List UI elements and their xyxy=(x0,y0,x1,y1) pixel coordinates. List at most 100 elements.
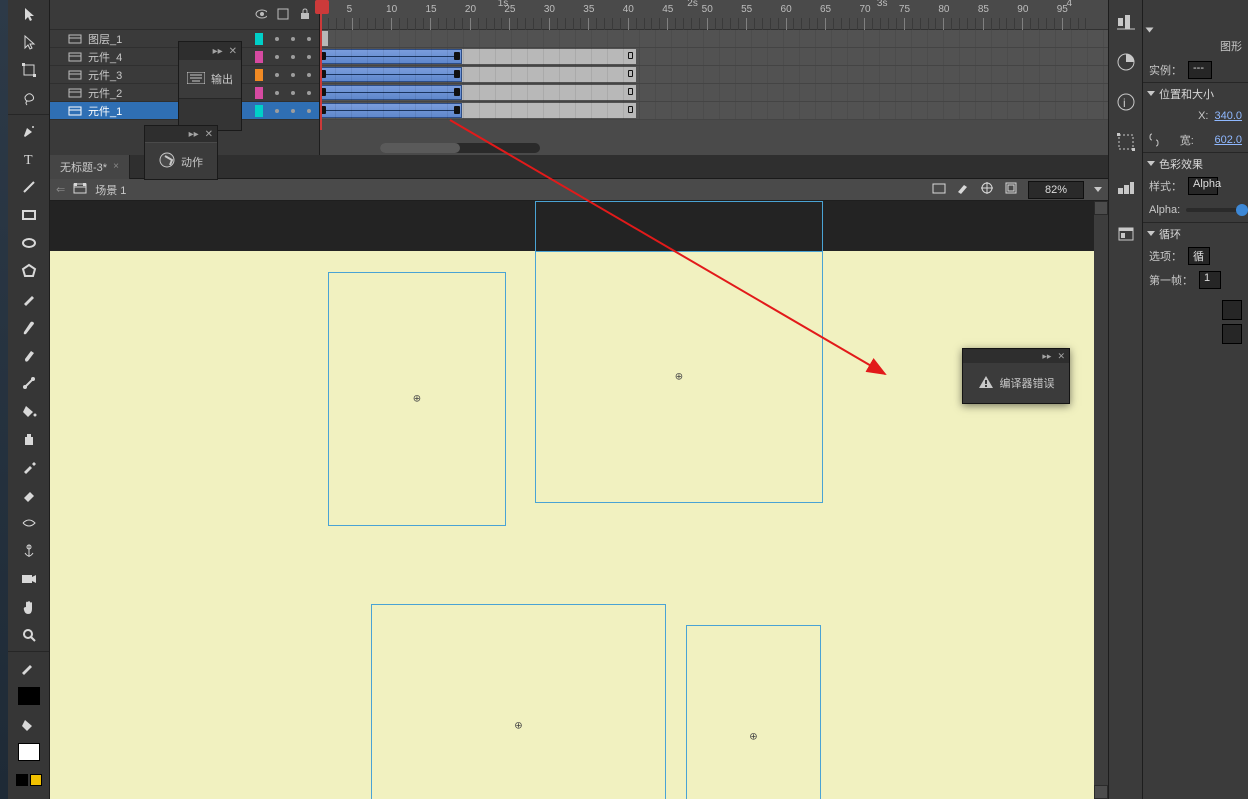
lock-column-icon[interactable] xyxy=(299,7,311,21)
pencil-tool[interactable] xyxy=(8,285,50,313)
section-color-effect[interactable]: 色彩效果 xyxy=(1143,152,1248,174)
track-row[interactable] xyxy=(320,84,1108,102)
layer-toggle-dots[interactable] xyxy=(275,73,311,77)
fill-color-indicator[interactable] xyxy=(8,710,50,738)
ink-bottle-tool[interactable] xyxy=(8,425,50,453)
motion-tween-span[interactable] xyxy=(320,49,462,64)
loop-button-2[interactable] xyxy=(1222,324,1242,344)
motion-tween-span[interactable] xyxy=(320,85,462,100)
eyedropper-tool[interactable] xyxy=(8,453,50,481)
layer-toggle-dots[interactable] xyxy=(275,91,311,95)
instance-value[interactable]: --- xyxy=(1188,61,1212,79)
timeline-ruler[interactable]: 15101520253035404550556065707580859095 1… xyxy=(320,0,1108,30)
keyframe[interactable] xyxy=(454,52,460,60)
keyframe[interactable] xyxy=(454,106,460,114)
layer-color-swatch[interactable] xyxy=(255,51,263,63)
layer-color-swatch[interactable] xyxy=(255,105,263,117)
lasso-tool[interactable] xyxy=(8,84,50,112)
errors-panel-header[interactable]: ▸▸ ✕ xyxy=(963,349,1069,363)
width-tool[interactable] xyxy=(8,509,50,537)
empty-keyframe[interactable] xyxy=(628,52,633,59)
zoom-dropdown-icon[interactable] xyxy=(1094,187,1102,192)
swap-colors[interactable] xyxy=(8,766,50,794)
brush-tool[interactable] xyxy=(8,313,50,341)
layer-toggle-dots[interactable] xyxy=(275,109,311,113)
close-icon[interactable]: × xyxy=(113,161,119,172)
layer-color-swatch[interactable] xyxy=(255,87,263,99)
outline-column-icon[interactable] xyxy=(277,7,289,21)
scroll-down-button[interactable] xyxy=(1094,785,1108,799)
symbol-instance[interactable]: ⊕ xyxy=(328,272,506,526)
style-value[interactable]: Alpha xyxy=(1188,177,1218,195)
rectangle-tool[interactable] xyxy=(8,201,50,229)
track-row[interactable] xyxy=(320,102,1108,120)
alpha-slider[interactable] xyxy=(1186,208,1242,212)
actions-panel-header[interactable]: ▸▸ ✕ xyxy=(145,126,217,142)
loop-option-value[interactable]: 循 xyxy=(1188,247,1210,265)
swatches-panel-icon[interactable] xyxy=(1108,170,1143,206)
clip-stage-icon[interactable] xyxy=(1004,181,1018,198)
free-transform-tool[interactable] xyxy=(8,56,50,84)
scroll-up-button[interactable] xyxy=(1094,201,1108,215)
stroke-color-indicator[interactable] xyxy=(8,654,50,682)
loop-button-1[interactable] xyxy=(1222,300,1242,320)
zoom-tool[interactable] xyxy=(8,621,50,649)
motion-tween-span[interactable] xyxy=(320,67,462,82)
frame-span[interactable] xyxy=(462,85,636,100)
frame-span[interactable] xyxy=(462,49,636,64)
motion-tween-span[interactable] xyxy=(320,103,462,118)
anchor-tool[interactable] xyxy=(8,537,50,565)
paint-bucket-tool[interactable] xyxy=(8,397,50,425)
layer-toggle-dots[interactable] xyxy=(275,55,311,59)
collapse-icon[interactable]: ▸▸ xyxy=(1042,351,1051,362)
collapse-icon[interactable]: ▸▸ xyxy=(213,46,223,57)
output-panel-header[interactable]: ▸▸✕ xyxy=(179,42,241,60)
track-row[interactable] xyxy=(320,48,1108,66)
oval-tool[interactable] xyxy=(8,229,50,257)
section-loop[interactable]: 循环 xyxy=(1143,222,1248,244)
frame-span[interactable] xyxy=(462,103,636,118)
keyframe[interactable] xyxy=(454,70,460,78)
polystar-tool[interactable] xyxy=(8,257,50,285)
close-icon[interactable]: ✕ xyxy=(1057,351,1065,362)
library-panel-icon[interactable] xyxy=(1108,216,1143,252)
section-position-size[interactable]: 位置和大小 xyxy=(1143,82,1248,104)
back-button[interactable]: ⇐ xyxy=(56,183,65,196)
center-stage-icon[interactable] xyxy=(980,181,994,198)
document-tab[interactable]: 无标题-3* × xyxy=(50,155,130,179)
panel-menu-icon[interactable] xyxy=(1146,28,1154,33)
fill-swatch[interactable] xyxy=(8,738,50,766)
first-frame-value[interactable]: 1 xyxy=(1199,271,1221,289)
selection-tool[interactable] xyxy=(8,0,50,28)
hand-tool[interactable] xyxy=(8,593,50,621)
x-value[interactable]: 340.0 xyxy=(1214,110,1242,122)
scene-label[interactable]: 场景 1 xyxy=(95,182,126,198)
close-icon[interactable]: ✕ xyxy=(205,129,213,140)
transform-panel-icon[interactable] xyxy=(1108,124,1143,160)
stroke-swatch[interactable] xyxy=(8,682,50,710)
info-panel-icon[interactable]: i xyxy=(1108,84,1143,120)
timeline-scrollbar[interactable] xyxy=(380,143,540,153)
align-panel-icon[interactable] xyxy=(1108,4,1143,40)
playhead[interactable] xyxy=(320,0,322,130)
stage-canvas[interactable]: ⊕⊕⊕⊕ xyxy=(50,251,1094,799)
collapse-icon[interactable]: ▸▸ xyxy=(189,129,199,140)
layer-color-swatch[interactable] xyxy=(255,69,263,81)
text-tool[interactable]: T xyxy=(8,145,50,173)
symbol-instance[interactable]: ⊕ xyxy=(686,625,821,799)
empty-keyframe[interactable] xyxy=(628,106,633,113)
track-row[interactable] xyxy=(320,30,1108,48)
keyframe[interactable] xyxy=(454,88,460,96)
timeline-scroll-thumb[interactable] xyxy=(380,143,460,153)
zoom-value[interactable]: 82% xyxy=(1028,181,1084,199)
eraser-tool[interactable] xyxy=(8,481,50,509)
line-tool[interactable] xyxy=(8,173,50,201)
bone-tool[interactable] xyxy=(8,369,50,397)
vertical-scrollbar[interactable] xyxy=(1094,201,1108,799)
layer-color-swatch[interactable] xyxy=(255,33,263,45)
frame-span[interactable] xyxy=(462,67,636,82)
track-row[interactable] xyxy=(320,66,1108,84)
empty-keyframe[interactable] xyxy=(628,70,633,77)
w-value[interactable]: 602.0 xyxy=(1214,134,1242,146)
layer-toggle-dots[interactable] xyxy=(275,37,311,41)
